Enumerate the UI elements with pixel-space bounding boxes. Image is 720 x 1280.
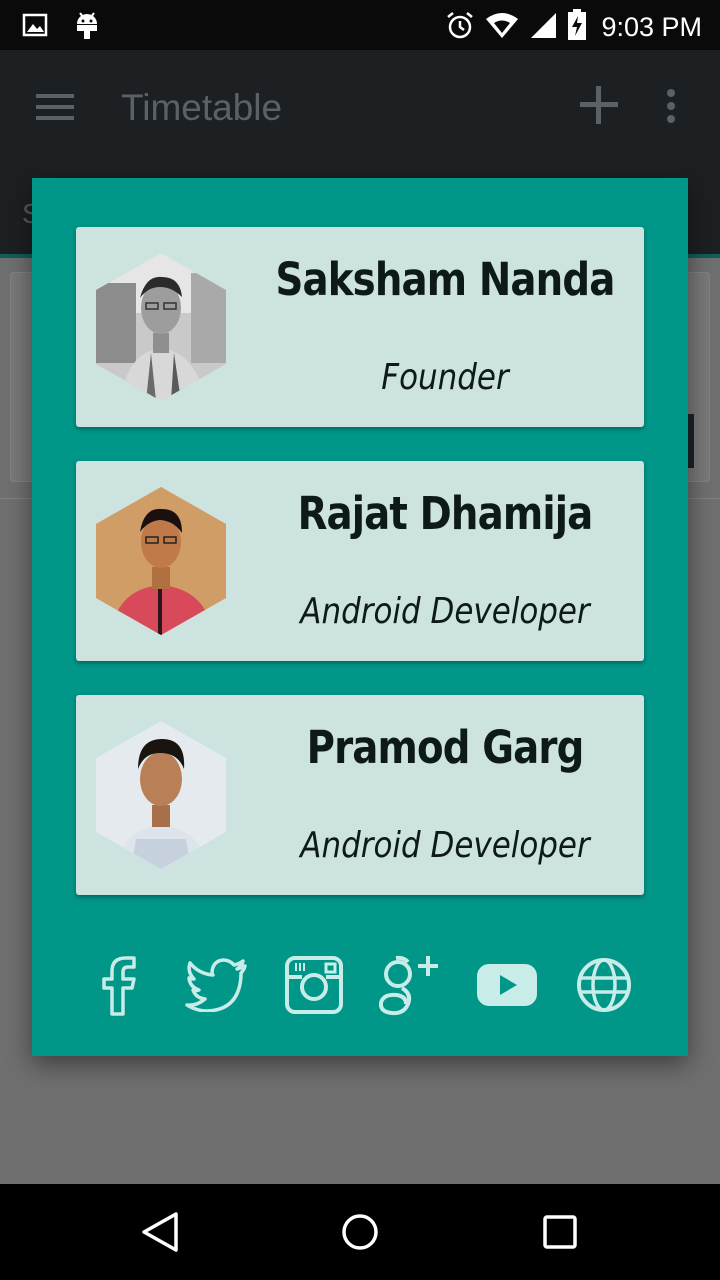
more-vert-icon[interactable] bbox=[664, 88, 678, 129]
clock: 9:03 PM bbox=[601, 12, 702, 42]
member-role: Android Developer bbox=[300, 825, 590, 866]
twitter-icon[interactable] bbox=[185, 953, 249, 1017]
website-globe-icon[interactable] bbox=[572, 953, 636, 1017]
member-card[interactable]: Saksham Nanda Founder bbox=[76, 227, 644, 427]
member-name: Saksham Nanda bbox=[275, 253, 616, 306]
menu-icon[interactable] bbox=[36, 92, 76, 127]
avatar bbox=[96, 253, 226, 401]
signal-icon bbox=[529, 11, 557, 44]
member-name: Rajat Dhamija bbox=[297, 487, 594, 540]
member-card[interactable]: Rajat Dhamija Android Developer bbox=[76, 461, 644, 661]
battery-charging-icon bbox=[567, 9, 587, 46]
youtube-icon[interactable] bbox=[475, 953, 539, 1017]
recents-icon[interactable] bbox=[538, 1210, 582, 1254]
status-bar: 9:03 PM bbox=[0, 0, 720, 50]
add-icon[interactable] bbox=[578, 84, 620, 131]
alarm-icon bbox=[445, 10, 475, 45]
avatar bbox=[96, 487, 226, 635]
social-links bbox=[88, 950, 636, 1020]
google-plus-icon[interactable] bbox=[378, 953, 442, 1017]
avatar bbox=[96, 721, 226, 869]
facebook-icon[interactable] bbox=[88, 953, 152, 1017]
wifi-icon bbox=[485, 11, 519, 44]
member-role: Android Developer bbox=[300, 591, 590, 632]
member-role: Founder bbox=[381, 357, 509, 398]
image-icon bbox=[22, 12, 48, 43]
app-title: Timetable bbox=[121, 87, 283, 128]
member-name: Pramod Garg bbox=[306, 721, 585, 774]
android-icon bbox=[74, 10, 100, 45]
home-icon[interactable] bbox=[338, 1210, 382, 1254]
member-card[interactable]: Pramod Garg Android Developer bbox=[76, 695, 644, 895]
instagram-icon[interactable] bbox=[282, 953, 346, 1017]
back-icon[interactable] bbox=[138, 1210, 182, 1254]
about-team-dialog: Saksham Nanda Founder Rajat Dhamija Andr… bbox=[32, 178, 688, 1056]
navigation-bar bbox=[0, 1184, 720, 1280]
